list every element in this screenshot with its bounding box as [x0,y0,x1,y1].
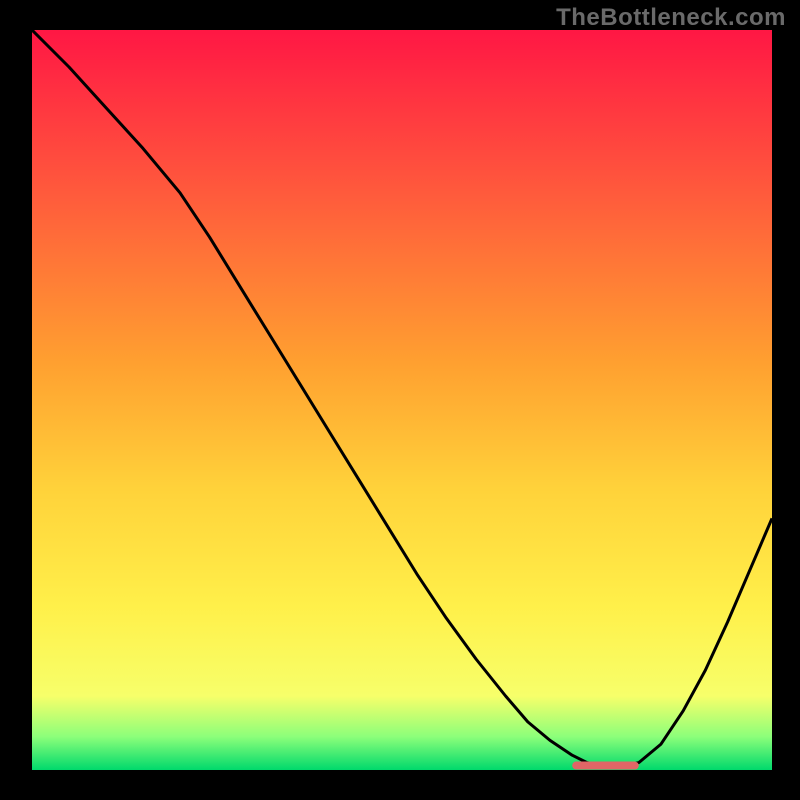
bottleneck-curve-chart [32,30,772,770]
gradient-background [32,30,772,770]
optimal-range-marker [572,762,639,770]
chart-stage: TheBottleneck.com [0,0,800,800]
plot-area [32,30,772,770]
watermark-label: TheBottleneck.com [556,4,786,32]
